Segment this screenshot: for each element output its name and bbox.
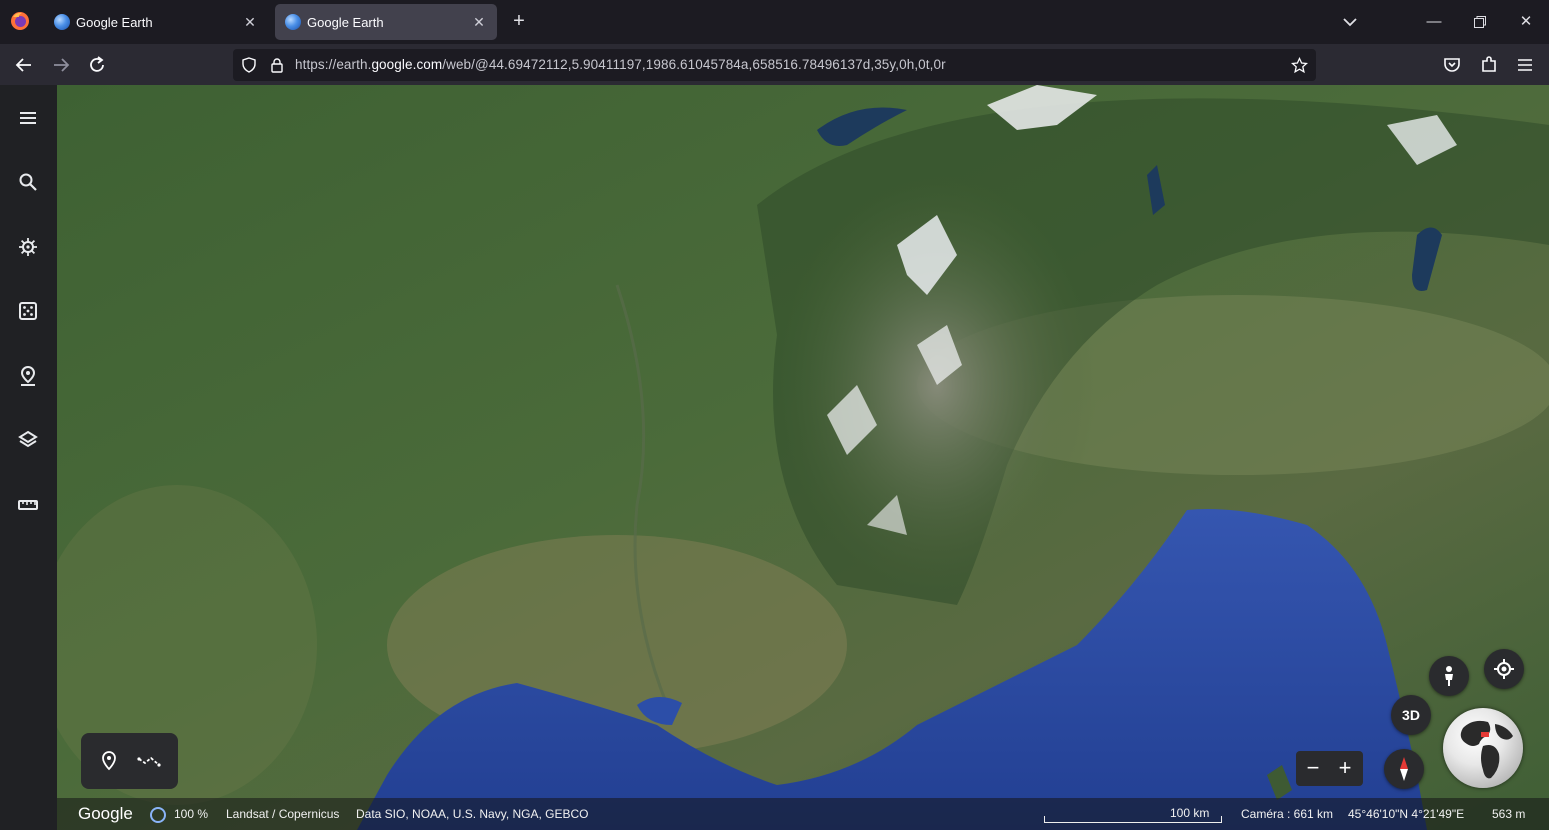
compass-needle-icon: [1400, 757, 1408, 781]
close-window-icon[interactable]: ✕: [1514, 10, 1538, 34]
new-tab-button[interactable]: +: [508, 10, 530, 32]
scale-label: 100 km: [1170, 806, 1210, 820]
elevation: 563 m: [1492, 807, 1526, 821]
firefox-logo-icon[interactable]: [10, 11, 30, 31]
lock-icon[interactable]: [269, 57, 285, 73]
loading-indicator-icon: [150, 807, 166, 823]
tracking-protection-shield-icon[interactable]: [241, 57, 257, 73]
close-tab-icon[interactable]: ✕: [471, 14, 487, 30]
projects-icon: [20, 365, 36, 386]
map-status-bar: Google 100 % Landsat / Copernicus Data S…: [57, 798, 1549, 830]
zoom-out-button[interactable]: −: [1300, 755, 1326, 781]
menu-button[interactable]: [14, 104, 42, 132]
draw-path-icon: [137, 756, 161, 767]
url-bar[interactable]: https://earth.google.com/web/@44.6947211…: [233, 49, 1316, 81]
url-text[interactable]: https://earth.google.com/web/@44.6947211…: [295, 57, 946, 72]
cursor-coordinates: 45°46'10"N 4°21'49"E: [1348, 807, 1465, 821]
menu-icon: [20, 112, 36, 124]
tab-google-earth-1[interactable]: Google Earth ✕: [44, 4, 268, 40]
loading-percent: 100 %: [174, 807, 209, 821]
street-view-pegman-button[interactable]: [1429, 656, 1469, 696]
data-credit[interactable]: Data SIO, NOAA, U.S. Navy, NGA, GEBCO: [356, 807, 589, 821]
feeling-lucky-icon: [19, 302, 37, 320]
add-placemark-icon: [102, 751, 116, 771]
add-placemark-button[interactable]: [95, 747, 123, 775]
url-domain: google.com: [371, 57, 443, 72]
browser-nav-bar: https://earth.google.com/web/@44.6947211…: [0, 44, 1549, 85]
pocket-icon[interactable]: [1440, 53, 1464, 77]
draw-path-button[interactable]: [135, 747, 163, 775]
url-path: /web/@44.69472112,5.90411197,1986.610457…: [442, 57, 946, 72]
zoom-in-button[interactable]: +: [1332, 755, 1358, 781]
tab-title: Google Earth: [307, 14, 384, 30]
measure-icon: [18, 500, 38, 510]
app-menu-hamburger-icon[interactable]: [1513, 53, 1537, 77]
google-earth-favicon-icon: [54, 14, 70, 30]
google-logo: Google: [78, 804, 133, 823]
reload-icon[interactable]: [85, 53, 109, 77]
restore-window-icon[interactable]: [1468, 10, 1492, 34]
extensions-puzzle-icon[interactable]: [1477, 53, 1501, 77]
search-icon: [19, 173, 37, 191]
minimize-window-icon[interactable]: —: [1422, 10, 1446, 34]
voyager-button[interactable]: [14, 233, 42, 261]
earth-map-view[interactable]: 3D − + Google 100 % Landsat / Copernicus…: [57, 85, 1549, 830]
toggle-3d-button[interactable]: 3D: [1391, 695, 1431, 735]
tab-google-earth-2[interactable]: Google Earth ✕: [275, 4, 497, 40]
globe-icon: [1460, 720, 1513, 779]
imagery-credit[interactable]: Landsat / Copernicus: [226, 807, 339, 821]
map-style-icon: [18, 430, 38, 448]
bookmark-star-icon[interactable]: [1291, 57, 1308, 74]
toggle-3d-label: 3D: [1402, 707, 1420, 723]
overview-globe[interactable]: [1443, 708, 1523, 788]
map-style-button[interactable]: [14, 426, 42, 454]
google-earth-favicon-icon: [285, 14, 301, 30]
tab-title: Google Earth: [76, 14, 153, 30]
forward-arrow-icon[interactable]: [49, 53, 73, 77]
camera-altitude: Caméra : 661 km: [1241, 807, 1334, 821]
url-prefix: https://earth.: [295, 57, 372, 72]
close-tab-icon[interactable]: ✕: [242, 14, 258, 30]
my-location-button[interactable]: [1484, 649, 1524, 689]
search-button[interactable]: [14, 168, 42, 196]
pegman-icon: [1445, 666, 1453, 686]
compass-button[interactable]: [1384, 749, 1424, 789]
voyager-icon: [19, 238, 37, 256]
satellite-imagery[interactable]: [57, 85, 1549, 830]
zoom-controls: − +: [1296, 751, 1363, 786]
list-all-tabs-icon[interactable]: [1340, 12, 1360, 32]
my-location-icon: [1494, 659, 1514, 679]
back-arrow-icon[interactable]: [12, 53, 36, 77]
measure-button[interactable]: [14, 491, 42, 519]
browser-tab-strip: Google Earth ✕ Google Earth ✕ + — ✕: [0, 0, 1549, 44]
drawing-tools-panel: [81, 733, 178, 789]
projects-button[interactable]: [14, 362, 42, 390]
feeling-lucky-button[interactable]: [14, 297, 42, 325]
earth-sidebar: [0, 85, 57, 830]
